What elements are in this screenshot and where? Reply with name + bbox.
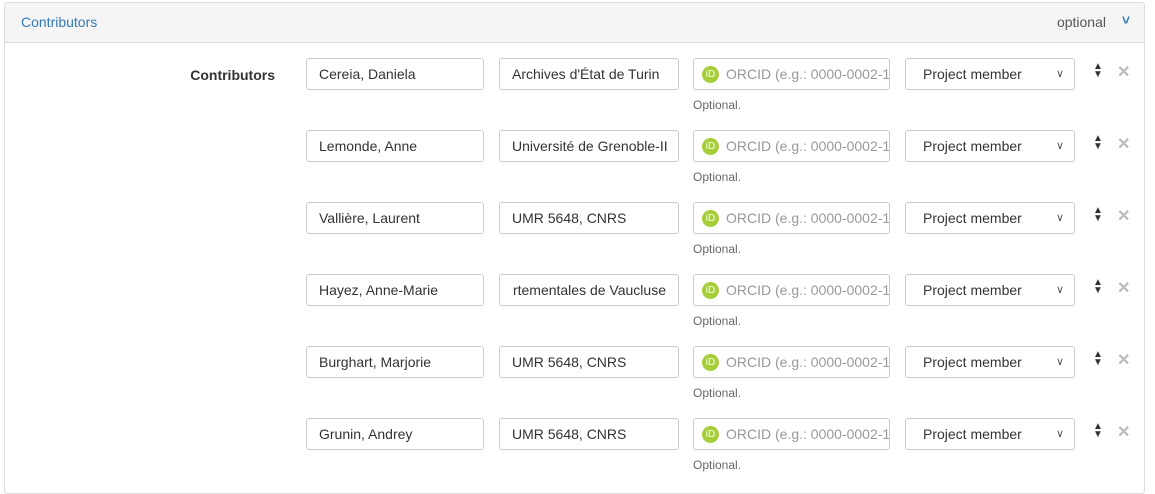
orcid-placeholder: ORCID (e.g.: 0000-0002-1 bbox=[726, 210, 890, 226]
chevron-down-icon[interactable]: ˅ bbox=[1122, 12, 1130, 28]
sort-handle-icon[interactable]: ▲ ▼ bbox=[1093, 350, 1103, 368]
remove-icon[interactable]: ✕ bbox=[1117, 278, 1130, 298]
orcid-help-text: Optional. bbox=[693, 458, 742, 472]
role-select[interactable]: Project member ∨ bbox=[905, 418, 1075, 450]
chevron-down-icon: ∨ bbox=[1055, 212, 1064, 224]
chevron-down-icon: ∨ bbox=[1055, 68, 1064, 80]
remove-icon[interactable]: ✕ bbox=[1117, 206, 1130, 226]
orcid-input[interactable]: iD ORCID (e.g.: 0000-0002-1 bbox=[693, 346, 890, 378]
affiliation-input[interactable]: UMR 5648, CNRS bbox=[499, 418, 679, 450]
orcid-input[interactable]: iD ORCID (e.g.: 0000-0002-1 bbox=[693, 274, 890, 306]
orcid-icon: iD bbox=[702, 66, 719, 83]
orcid-icon: iD bbox=[702, 426, 719, 443]
orcid-placeholder: ORCID (e.g.: 0000-0002-1 bbox=[726, 426, 890, 442]
orcid-placeholder: ORCID (e.g.: 0000-0002-1 bbox=[726, 354, 890, 370]
orcid-placeholder: ORCID (e.g.: 0000-0002-1 bbox=[726, 66, 890, 82]
role-select[interactable]: Project member ∨ bbox=[905, 274, 1075, 306]
orcid-placeholder: ORCID (e.g.: 0000-0002-1 bbox=[726, 138, 890, 154]
panel-title[interactable]: Contributors bbox=[21, 14, 97, 30]
role-select[interactable]: Project member ∨ bbox=[905, 130, 1075, 162]
orcid-help-text: Optional. bbox=[693, 170, 742, 184]
orcid-help-text: Optional. bbox=[693, 242, 742, 256]
remove-icon[interactable]: ✕ bbox=[1117, 62, 1130, 82]
panel-header[interactable]: Contributors optional ˅ bbox=[5, 3, 1144, 43]
chevron-down-icon: ∨ bbox=[1055, 356, 1064, 368]
affiliation-input[interactable]: UMR 5648, CNRS bbox=[499, 202, 679, 234]
orcid-input[interactable]: iD ORCID (e.g.: 0000-0002-1 bbox=[693, 58, 890, 90]
orcid-input[interactable]: iD ORCID (e.g.: 0000-0002-1 bbox=[693, 418, 890, 450]
role-select[interactable]: Project member ∨ bbox=[905, 58, 1075, 90]
affiliation-input[interactable]: UMR 5648, CNRS bbox=[499, 346, 679, 378]
role-value: Project member bbox=[923, 66, 1022, 82]
name-input[interactable]: Burghart, Marjorie bbox=[306, 346, 484, 378]
contributor-row: Burghart, Marjorie UMR 5648, CNRS iD ORCI… bbox=[5, 346, 1144, 418]
contributor-row: Grunin, Andrey UMR 5648, CNRS iD ORCID (e… bbox=[5, 418, 1144, 490]
chevron-down-icon: ∨ bbox=[1055, 284, 1064, 296]
sort-handle-icon[interactable]: ▲ ▼ bbox=[1093, 134, 1103, 152]
orcid-input[interactable]: iD ORCID (e.g.: 0000-0002-1 bbox=[693, 202, 890, 234]
remove-icon[interactable]: ✕ bbox=[1117, 350, 1130, 370]
sort-handle-icon[interactable]: ▲ ▼ bbox=[1093, 62, 1103, 80]
optional-label: optional bbox=[1056, 14, 1106, 30]
role-value: Project member bbox=[923, 138, 1022, 154]
role-select[interactable]: Project member ∨ bbox=[905, 346, 1075, 378]
orcid-help-text: Optional. bbox=[693, 386, 742, 400]
role-value: Project member bbox=[923, 426, 1022, 442]
chevron-down-icon: ∨ bbox=[1055, 428, 1064, 440]
role-value: Project member bbox=[923, 354, 1022, 370]
contributors-panel: Contributors optional ˅ Contributors Cer… bbox=[4, 2, 1145, 494]
contributor-row: Hayez, Anne-Marie rtementales de Vauclus… bbox=[5, 274, 1144, 346]
orcid-icon: iD bbox=[702, 138, 719, 155]
sort-handle-icon[interactable]: ▲ ▼ bbox=[1093, 422, 1103, 440]
affiliation-input[interactable]: Université de Grenoble-II bbox=[499, 130, 679, 162]
remove-icon[interactable]: ✕ bbox=[1117, 422, 1130, 442]
name-input[interactable]: Lemonde, Anne bbox=[306, 130, 484, 162]
orcid-icon: iD bbox=[702, 354, 719, 371]
orcid-help-text: Optional. bbox=[693, 98, 742, 112]
name-input[interactable]: Cereia, Daniela bbox=[306, 58, 484, 90]
sort-handle-icon[interactable]: ▲ ▼ bbox=[1093, 206, 1103, 224]
role-select[interactable]: Project member ∨ bbox=[905, 202, 1075, 234]
role-value: Project member bbox=[923, 282, 1022, 298]
affiliation-input[interactable]: rtementales de Vaucluse bbox=[499, 274, 679, 306]
orcid-icon: iD bbox=[702, 210, 719, 227]
contributor-row: Vallière, Laurent UMR 5648, CNRS iD ORCID… bbox=[5, 202, 1144, 274]
name-input[interactable]: Grunin, Andrey bbox=[306, 418, 484, 450]
affiliation-input[interactable]: Archives d'État de Turin bbox=[499, 58, 679, 90]
chevron-down-icon: ∨ bbox=[1055, 140, 1064, 152]
orcid-placeholder: ORCID (e.g.: 0000-0002-1 bbox=[726, 282, 890, 298]
name-input[interactable]: Hayez, Anne-Marie bbox=[306, 274, 484, 306]
contributor-row: Lemonde, Anne Université de Grenoble-II … bbox=[5, 130, 1144, 202]
role-value: Project member bbox=[923, 210, 1022, 226]
orcid-icon: iD bbox=[702, 282, 719, 299]
orcid-input[interactable]: iD ORCID (e.g.: 0000-0002-1 bbox=[693, 130, 890, 162]
orcid-help-text: Optional. bbox=[693, 314, 742, 328]
remove-icon[interactable]: ✕ bbox=[1117, 134, 1130, 154]
name-input[interactable]: Vallière, Laurent bbox=[306, 202, 484, 234]
contributor-row: Cereia, Daniela Archives d'État de Turin… bbox=[5, 58, 1144, 130]
sort-handle-icon[interactable]: ▲ ▼ bbox=[1093, 278, 1103, 296]
